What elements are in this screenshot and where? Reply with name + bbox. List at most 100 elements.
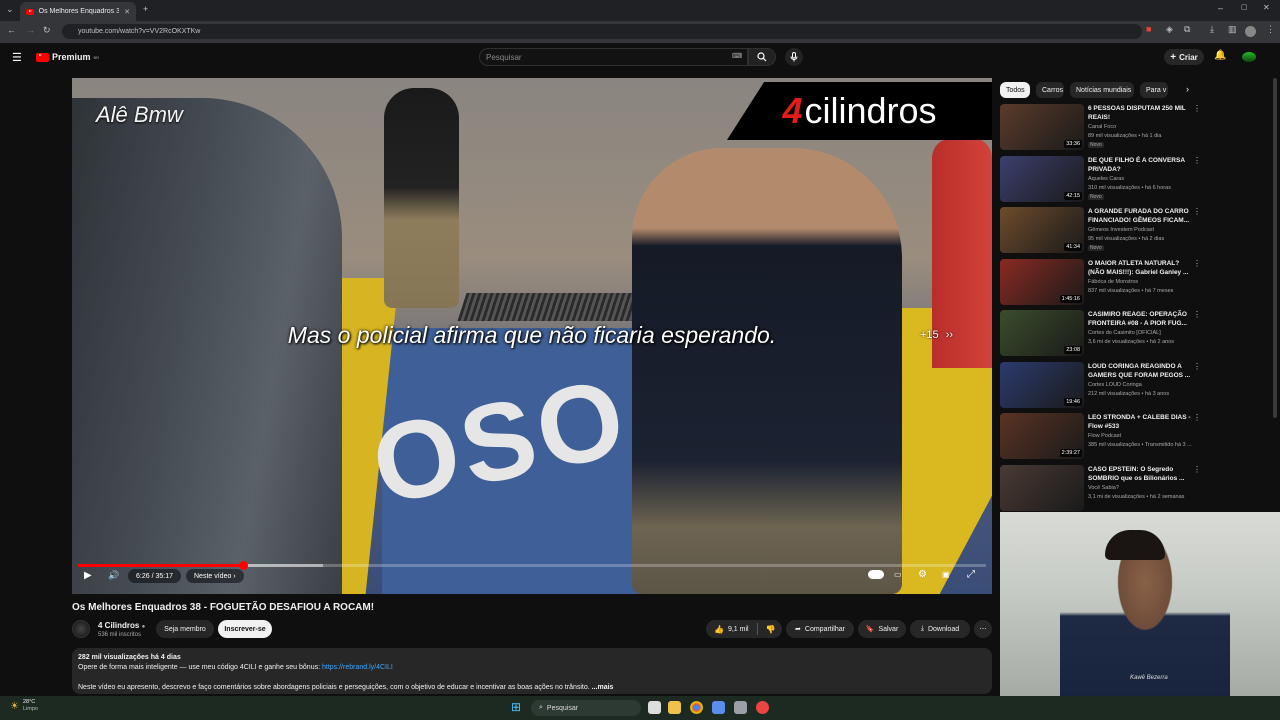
related-video[interactable]: 19:46 LOUD CORINGA REAGINDO A GAMERS QUE … xyxy=(1000,361,1201,408)
sidebar-icon[interactable]: ▥ xyxy=(1228,25,1237,34)
more-vertical-icon[interactable]: ⋮ xyxy=(1193,156,1201,165)
video-thumbnail[interactable]: 41:34 xyxy=(1000,207,1084,253)
chapter-button[interactable]: Neste vídeo › xyxy=(186,569,244,583)
create-button[interactable]: + Criar xyxy=(1164,49,1204,65)
calculator-icon[interactable] xyxy=(734,701,747,714)
video-thumbnail[interactable] xyxy=(1000,464,1084,511)
chips-next-icon[interactable]: › xyxy=(1186,84,1189,94)
video-thumbnail[interactable]: 19:46 xyxy=(1000,361,1084,408)
chip-1[interactable]: Carros xyxy=(1036,82,1064,98)
related-title[interactable]: DE QUE FILHO É A CONVERSA PRIVADA? xyxy=(1088,156,1192,174)
video-thumbnail[interactable]: 33:36 xyxy=(1000,104,1084,150)
channel-avatar[interactable] xyxy=(72,620,90,638)
join-button[interactable]: Seja membro xyxy=(156,620,214,638)
scrollbar[interactable] xyxy=(1273,78,1277,418)
extension-icon-2[interactable]: ◈ xyxy=(1166,25,1173,34)
related-video[interactable]: 42:15 DE QUE FILHO É A CONVERSA PRIVADA? A… xyxy=(1000,155,1201,202)
tab-list-icon[interactable]: ⌄ xyxy=(6,5,14,14)
play-icon[interactable]: ▶ xyxy=(84,571,92,581)
progress-bar[interactable] xyxy=(78,561,986,570)
related-video[interactable]: 2:39:27 LEO STRONDA + CALEBE DIAS - Flow … xyxy=(1000,413,1201,459)
show-more-link[interactable]: ...mais xyxy=(592,684,614,691)
reload-icon[interactable]: ↻ xyxy=(43,26,51,35)
more-vertical-icon[interactable]: ⋮ xyxy=(1193,465,1201,474)
miniplayer-icon[interactable]: ▣ xyxy=(942,571,950,579)
subtitles-icon[interactable]: ▭ xyxy=(894,571,902,579)
close-tab-icon[interactable]: ✕ xyxy=(124,8,130,16)
related-video[interactable]: 41:34 A GRANDE FURADA DO CARRO FINANCIADO… xyxy=(1000,207,1201,253)
related-title[interactable]: CASO EPSTEIN: O Segredo SOMBRIO que os B… xyxy=(1088,465,1192,483)
extensions-puzzle-icon[interactable]: ⧉ xyxy=(1184,25,1190,34)
related-video[interactable]: 23:08 CASIMIRO REAGE: OPERAÇÃO FRONTEIRA … xyxy=(1000,310,1201,356)
browser-menu-icon[interactable]: ⋮ xyxy=(1266,25,1275,34)
share-button[interactable]: ➦ Compartilhar xyxy=(786,620,854,638)
channel-name[interactable]: 4 Cilindros ● xyxy=(98,621,145,630)
maximize-icon[interactable]: ▢ xyxy=(1241,4,1248,11)
fullscreen-icon[interactable]: ⤢ xyxy=(967,570,975,580)
related-title[interactable]: A GRANDE FURADA DO CARRO FINANCIADO! GÊM… xyxy=(1088,207,1192,225)
app-icon[interactable] xyxy=(756,701,769,714)
settings-app-icon[interactable] xyxy=(712,701,725,714)
account-avatar[interactable] xyxy=(1242,52,1256,62)
thumbs-down-icon[interactable]: 👎 xyxy=(766,625,776,634)
youtube-logo[interactable]: Premium BR xyxy=(36,52,99,62)
more-vertical-icon[interactable]: ⋮ xyxy=(1193,310,1201,319)
related-channel[interactable]: Flow Podcast xyxy=(1088,433,1121,439)
description-link[interactable]: https://rebrand.ly/4CILI xyxy=(322,664,393,671)
video-thumbnail[interactable]: 42:15 xyxy=(1000,155,1084,202)
related-channel[interactable]: Cortes do Casimito [OFICIAL] xyxy=(1088,330,1161,336)
related-channel[interactable]: Fábrica de Monstros xyxy=(1088,279,1138,285)
more-vertical-icon[interactable]: ⋮ xyxy=(1193,413,1201,422)
video-thumbnail[interactable]: 2:39:27 xyxy=(1000,413,1084,459)
like-count[interactable]: 9,1 mil xyxy=(728,626,749,633)
related-video[interactable]: CASO EPSTEIN: O Segredo SOMBRIO que os B… xyxy=(1000,464,1201,511)
search-input[interactable]: Pesquisar ⌨ xyxy=(479,48,748,66)
extension-icon[interactable]: ■ xyxy=(1146,25,1151,34)
related-title[interactable]: LEO STRONDA + CALEBE DIAS - Flow #533 xyxy=(1088,413,1192,431)
related-video[interactable]: 33:36 6 PESSOAS DISPUTAM 250 MIL REAIS! Ca… xyxy=(1000,104,1201,150)
voice-search-button[interactable] xyxy=(785,48,803,66)
more-vertical-icon[interactable]: ⋮ xyxy=(1193,104,1201,113)
close-window-icon[interactable]: ✕ xyxy=(1263,4,1270,12)
more-vertical-icon[interactable]: ⋮ xyxy=(1193,259,1201,268)
related-title[interactable]: O MAIOR ATLETA NATURAL? (NÃO MAIS!!!): G… xyxy=(1088,259,1192,277)
task-view-icon[interactable] xyxy=(648,701,661,714)
address-bar[interactable]: youtube.com/watch?v=VV2RcOKXTKw xyxy=(62,24,1142,39)
new-tab-icon[interactable]: + xyxy=(143,5,148,14)
chip-2[interactable]: Notícias mundiais xyxy=(1070,82,1134,98)
related-channel[interactable]: Gêmeos Investem Podcast xyxy=(1088,227,1154,233)
file-explorer-icon[interactable] xyxy=(668,701,681,714)
related-title[interactable]: CASIMIRO REAGE: OPERAÇÃO FRONTEIRA #08 -… xyxy=(1088,310,1192,328)
chrome-icon[interactable] xyxy=(690,701,703,714)
save-button[interactable]: 🔖 Salvar xyxy=(858,620,906,638)
volume-icon[interactable]: 🔊 xyxy=(108,571,119,580)
video-player[interactable]: OSO 4 cilindros Alê Bmw Mas o policial af… xyxy=(72,78,992,594)
chip-0[interactable]: Todos xyxy=(1000,82,1030,98)
autoplay-toggle[interactable] xyxy=(868,570,884,579)
related-video[interactable]: 1:45:16 O MAIOR ATLETA NATURAL? (NÃO MAIS… xyxy=(1000,258,1201,305)
minimize-icon[interactable]: – xyxy=(1218,4,1223,13)
windows-start-icon[interactable]: ⊞ xyxy=(511,700,521,714)
subscribe-button[interactable]: Inscrever-se xyxy=(218,620,272,638)
settings-gear-icon[interactable]: ⚙ xyxy=(918,570,927,580)
weather-widget[interactable]: ☀ 28°C Limpo xyxy=(10,699,38,713)
profile-avatar[interactable] xyxy=(1245,26,1256,37)
chip-3[interactable]: Para v xyxy=(1140,82,1168,98)
related-title[interactable]: LOUD CORINGA REAGINDO A GAMERS QUE FORAM… xyxy=(1088,362,1192,380)
description-box[interactable]: 282 mil visualizações há 4 dias Opere de… xyxy=(72,648,992,694)
notifications-bell-icon[interactable]: 🔔 xyxy=(1214,50,1226,61)
related-title[interactable]: 6 PESSOAS DISPUTAM 250 MIL REAIS! xyxy=(1088,104,1192,122)
more-vertical-icon[interactable]: ⋮ xyxy=(1193,207,1201,216)
forward-icon[interactable]: → xyxy=(26,26,35,35)
related-channel[interactable]: Cortes LOUD Coringa xyxy=(1088,382,1142,388)
video-thumbnail[interactable]: 23:08 xyxy=(1000,310,1084,356)
download-button[interactable]: ⤓ Download xyxy=(910,620,970,638)
related-channel[interactable]: Você Sabia? xyxy=(1088,485,1119,491)
thumbs-up-icon[interactable]: 👍 xyxy=(714,625,724,634)
related-channel[interactable]: Canal Foco xyxy=(1088,124,1116,130)
downloads-icon[interactable]: ⤓ xyxy=(1210,25,1214,34)
browser-tab[interactable]: Os Melhores Enquadros 38 - FO ✕ xyxy=(20,2,136,21)
taskbar-search[interactable]: ⌕ Pesquisar xyxy=(531,700,641,716)
video-thumbnail[interactable]: 1:45:16 xyxy=(1000,258,1084,305)
more-vertical-icon[interactable]: ⋮ xyxy=(1193,362,1201,371)
